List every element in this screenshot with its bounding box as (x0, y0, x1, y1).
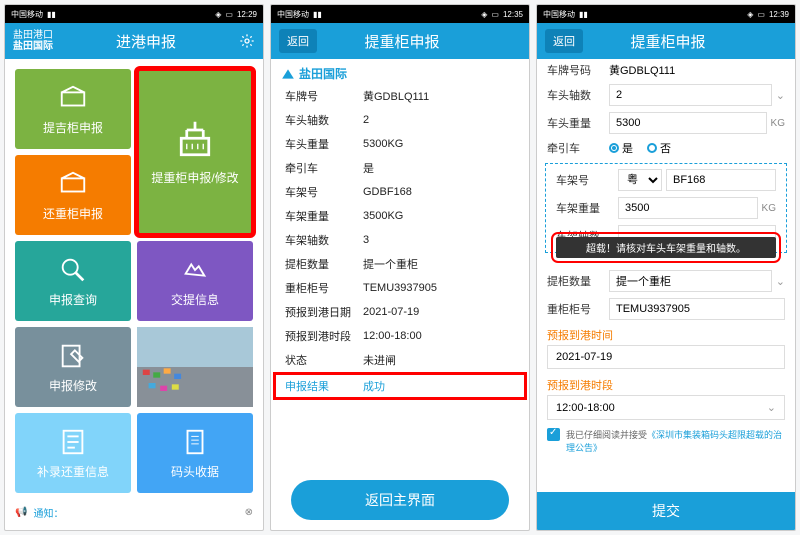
chevron-down-icon[interactable]: ⌄ (776, 275, 785, 288)
tile-label: 申报查询 (49, 291, 97, 308)
row-frame-weight: 车架重量3500KG (271, 204, 529, 228)
unit-label: KG (762, 203, 776, 214)
head-axle-input[interactable] (609, 84, 772, 106)
row-frame-axle: 车架轴数3 (271, 228, 529, 252)
row-plate: 车牌号黄GDBLQ111 (271, 84, 529, 108)
phone-2: 中国移动▮▮ ◈▭12:35 返回 提重柜申报 盐田国际 车牌号黄GDBLQ11… (270, 4, 530, 531)
row-container: 重柜柜号TEMU3937905 (271, 276, 529, 300)
tile-query[interactable]: 申报查询 (15, 241, 131, 321)
tile-label: 交提信息 (171, 291, 219, 308)
tile-label: 提重柜申报/修改 (151, 169, 238, 186)
brand-logo: 盐田港口 盐田国际 (13, 30, 53, 52)
row-qty: 提柜数量提一个重柜 (271, 252, 529, 276)
tile-label: 提吉柜申报 (43, 119, 103, 136)
tile-label: 还重柜申报 (43, 205, 103, 222)
wifi-icon: ◈ (747, 10, 753, 19)
agree-checkbox[interactable] (547, 428, 560, 441)
field-frame-weight: 车架重量 KG (546, 194, 786, 222)
row-tractor: 牵引车是 (271, 156, 529, 180)
tile-pickup-info[interactable]: 交提信息 (137, 241, 253, 321)
clock: 12:39 (769, 10, 789, 19)
signal-icon: ▮▮ (47, 10, 56, 19)
row-eta-slot: 预报到港时段12:00-18:00 (271, 324, 529, 348)
gear-icon[interactable] (239, 33, 255, 49)
label-eta-date: 预报到港时间 (537, 323, 795, 343)
eta-slot-input[interactable]: 12:00-18:00⌄ (547, 395, 785, 420)
battery-icon: ▭ (225, 10, 233, 19)
head-weight-input[interactable] (609, 112, 767, 134)
field-qty: 提柜数量 ⌄ (537, 267, 795, 295)
back-button[interactable]: 返回 (545, 29, 583, 53)
app-header: 盐田港口 盐田国际 进港申报 (5, 23, 263, 59)
chevron-down-icon[interactable]: ⌄ (776, 89, 785, 102)
notice-bar: 📢 通知： ⊗ (15, 501, 253, 520)
app-header: 返回 提重柜申报 (537, 23, 795, 59)
page-title: 提重柜申报 (317, 31, 487, 52)
error-toast: 超载！请核对车头车架重量和轴数。 (556, 237, 776, 258)
field-head-weight: 车头重量 KG (537, 109, 795, 137)
chevron-down-icon: ⌄ (767, 401, 776, 414)
phone-3: 中国移动▮▮ ◈▭12:39 返回 提重柜申报 车牌号码 黄GDBLQ111 车… (536, 4, 796, 531)
submit-button[interactable]: 提交 (537, 492, 795, 530)
page-title: 进港申报 (53, 31, 239, 52)
tile-pickup-heavy[interactable]: 提重柜申报/修改 (137, 69, 253, 235)
signal-icon: ▮▮ (313, 10, 322, 19)
wifi-icon: ◈ (215, 10, 221, 19)
row-result: 申报结果成功 (275, 374, 525, 398)
tile-port-image[interactable] (137, 327, 253, 407)
battery-icon: ▭ (757, 10, 765, 19)
agree-row: 我已仔细阅读并接受《深圳市集装箱码头超限超载的治理公告》 (537, 424, 795, 458)
container-input[interactable] (609, 298, 785, 320)
tile-receipt[interactable]: 码头收据 (137, 413, 253, 493)
tile-grid: 提吉柜申报 提重柜申报/修改 还重柜申报 申报查询 交提信息 申报修改 (15, 69, 253, 493)
row-eta-date: 预报到港日期2021-07-19 (271, 300, 529, 324)
megaphone-icon: 📢 (15, 507, 27, 518)
unit-label: KG (771, 118, 785, 129)
wifi-icon: ◈ (481, 10, 487, 19)
field-plate: 车牌号码 黄GDBLQ111 (537, 59, 795, 81)
radio-no[interactable]: 否 (647, 140, 671, 156)
status-bar: 中国移动▮▮ ◈▭12:39 (537, 5, 795, 23)
eta-date-input[interactable]: 2021-07-19 (547, 345, 785, 369)
close-icon[interactable]: ⊗ (245, 507, 253, 518)
signal-icon: ▮▮ (579, 10, 588, 19)
tile-edit[interactable]: 申报修改 (15, 327, 131, 407)
field-container: 重柜柜号 (537, 295, 795, 323)
row-head-weight: 车头重量5300KG (271, 132, 529, 156)
clock: 12:29 (237, 10, 257, 19)
tile-label: 码头收据 (171, 463, 219, 480)
app-header: 返回 提重柜申报 (271, 23, 529, 59)
frame-prefix-select[interactable]: 粤 (618, 169, 662, 191)
status-bar: 中国移动▮▮ ◈▭12:29 (5, 5, 263, 23)
frame-no-input[interactable] (666, 169, 776, 191)
tile-return-heavy[interactable]: 还重柜申报 (15, 155, 131, 235)
tile-supplement[interactable]: 补录还重信息 (15, 413, 131, 493)
field-frame-no: 车架号 粤 (546, 166, 786, 194)
return-main-button[interactable]: 返回主界面 (291, 480, 509, 520)
field-tractor: 牵引车 是 否 (537, 137, 795, 159)
frame-section: 车架号 粤 车架重量 KG 车架轴数 超载！请核对车头车架重量和轴数。 (545, 163, 787, 253)
label-eta-slot: 预报到港时段 (537, 373, 795, 393)
page-title: 提重柜申报 (583, 31, 753, 52)
clock: 12:35 (503, 10, 523, 19)
plate-value: 黄GDBLQ111 (609, 62, 785, 78)
notice-label: 通知： (33, 505, 63, 520)
qty-input[interactable] (609, 270, 772, 292)
tile-label: 申报修改 (49, 377, 97, 394)
tile-label: 补录还重信息 (37, 463, 109, 480)
row-state: 状态未进闸 (271, 348, 529, 372)
row-head-axle: 车头轴数2 (271, 108, 529, 132)
brand-logo: 盐田国际 (271, 59, 529, 84)
row-frame: 车架号GDBF168 (271, 180, 529, 204)
radio-yes[interactable]: 是 (609, 140, 633, 156)
tile-pickup-empty[interactable]: 提吉柜申报 (15, 69, 131, 149)
status-bar: 中国移动▮▮ ◈▭12:35 (271, 5, 529, 23)
phone-1: 中国移动▮▮ ◈▭12:29 盐田港口 盐田国际 进港申报 提吉柜申报 提重柜申… (4, 4, 264, 531)
back-button[interactable]: 返回 (279, 29, 317, 53)
frame-weight-input[interactable] (618, 197, 758, 219)
field-head-axle: 车头轴数 ⌄ (537, 81, 795, 109)
battery-icon: ▭ (491, 10, 499, 19)
